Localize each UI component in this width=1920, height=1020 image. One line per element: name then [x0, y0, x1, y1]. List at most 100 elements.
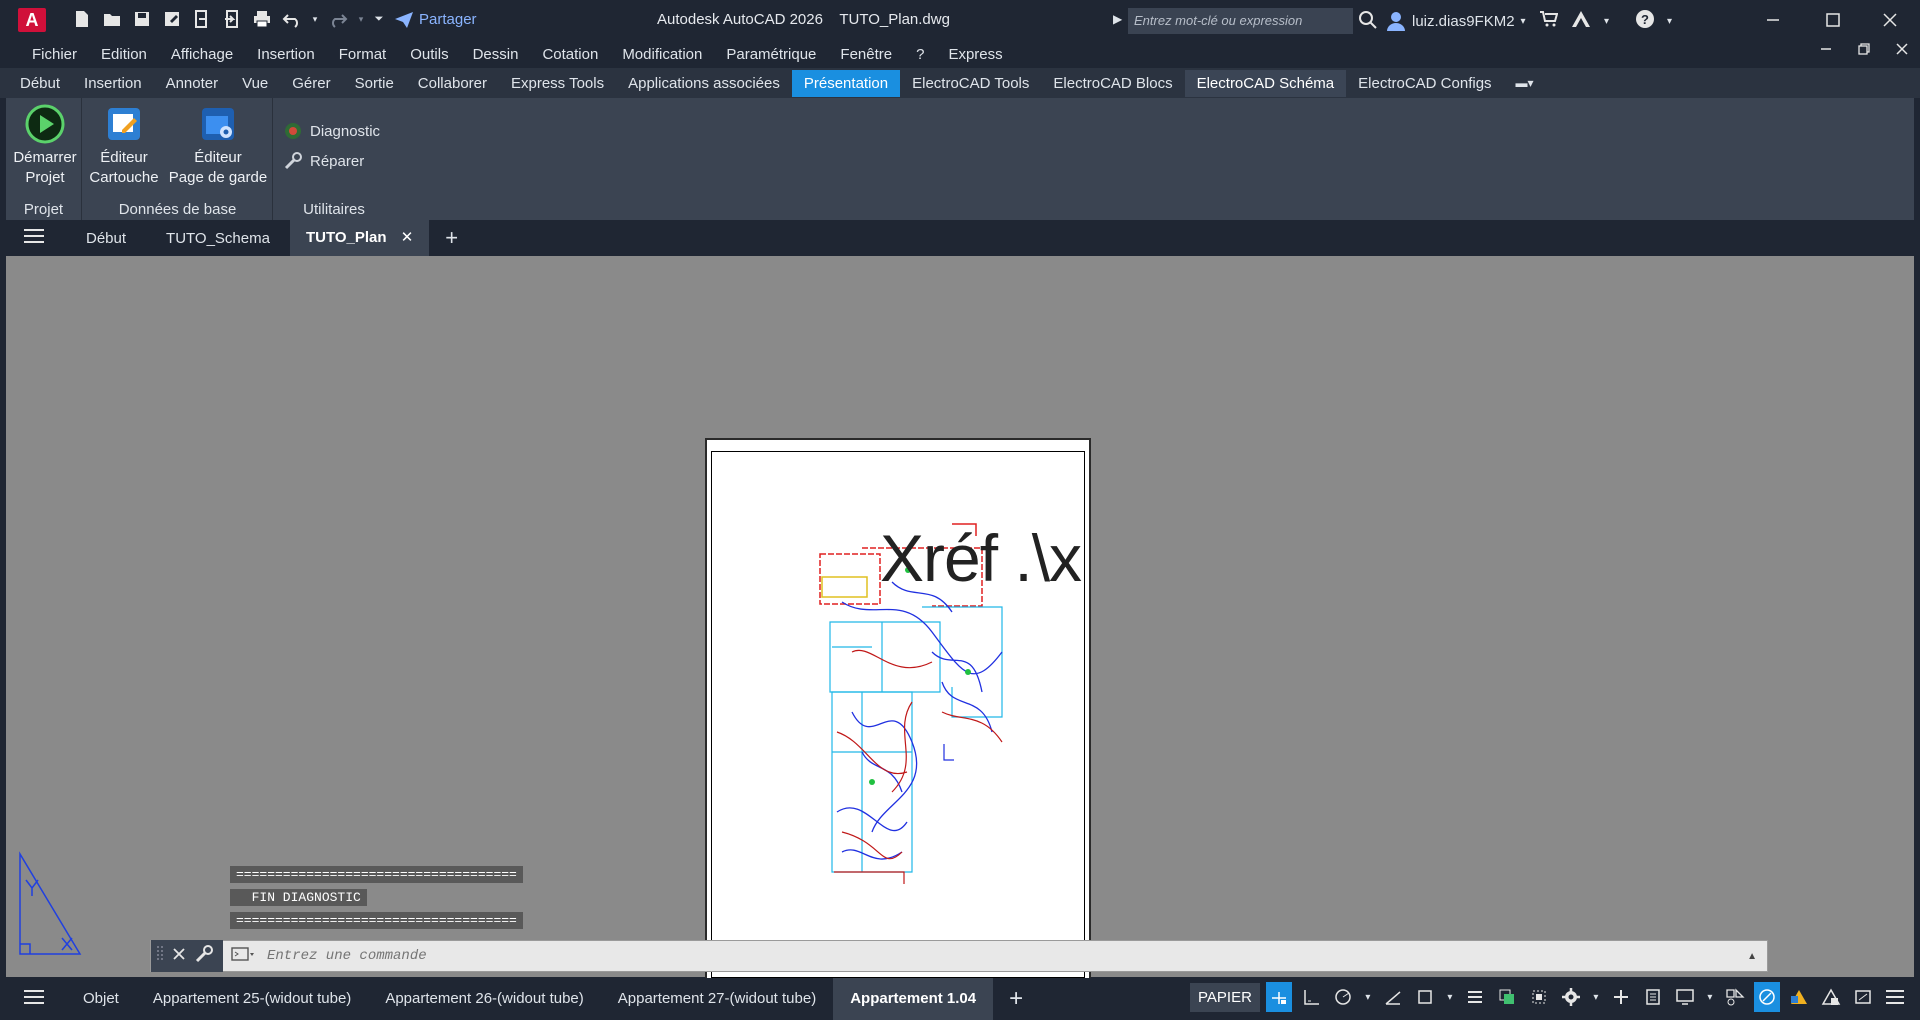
new-file-icon[interactable] — [70, 6, 94, 32]
chevron-down-icon[interactable]: ▾ — [1704, 982, 1716, 1012]
ribbon-tab-applications[interactable]: Applications associées — [616, 70, 792, 97]
layout-tab-appartement-104[interactable]: Appartement 1.04 — [833, 978, 994, 1020]
fullscreen-icon[interactable] — [1850, 982, 1876, 1012]
ribbon-tab-sortie[interactable]: Sortie — [343, 70, 406, 97]
close-tab-icon[interactable]: ✕ — [401, 229, 414, 246]
doc-minimize-icon[interactable] — [1820, 42, 1832, 58]
command-prompt-icon[interactable] — [223, 946, 259, 967]
search-input[interactable]: Entrez mot-clé ou expression — [1128, 8, 1353, 34]
layout-tab-appartement-25[interactable]: Appartement 25-(widout tube) — [136, 978, 368, 1020]
user-account-button[interactable]: luiz.dias9FKM2 ▾ — [1386, 11, 1526, 31]
grip-handle-icon[interactable] — [157, 944, 163, 969]
editeur-page-garde-button[interactable]: Éditeur Page de garde — [165, 104, 271, 188]
help-icon[interactable]: ? — [1635, 9, 1655, 34]
menu-parametrique[interactable]: Paramétrique — [714, 46, 828, 63]
ribbon-tab-annoter[interactable]: Annoter — [154, 70, 231, 97]
cart-icon[interactable] — [1540, 11, 1559, 32]
quick-properties-icon[interactable] — [1640, 982, 1666, 1012]
layout-tab-appartement-27[interactable]: Appartement 27-(widout tube) — [601, 978, 833, 1020]
doc-restore-icon[interactable] — [1858, 42, 1870, 58]
search-icon[interactable] — [1358, 10, 1378, 35]
chevron-down-icon[interactable]: ▾ — [1604, 16, 1609, 27]
chevron-down-icon[interactable]: ▾ — [1362, 982, 1374, 1012]
customize-toolbar-icon[interactable]: ⏷ — [372, 6, 386, 32]
hardware-acceleration-icon[interactable] — [1818, 982, 1844, 1012]
command-input[interactable] — [259, 941, 1738, 971]
ribbon-tab-collaborer[interactable]: Collaborer — [406, 70, 499, 97]
annotation-monitor-icon[interactable] — [1753, 982, 1780, 1012]
doc-close-icon[interactable] — [1896, 42, 1908, 58]
publish-icon[interactable] — [190, 6, 214, 32]
menu-edition[interactable]: Edition — [89, 46, 159, 63]
ribbon-options-icon[interactable]: ▬▾ — [1504, 71, 1546, 95]
ortho-icon[interactable] — [1298, 982, 1324, 1012]
ribbon-tab-gerer[interactable]: Gérer — [280, 70, 342, 97]
search-expand-icon[interactable]: ▶ — [1113, 12, 1122, 26]
menu-modification[interactable]: Modification — [610, 46, 714, 63]
isodraft-icon[interactable] — [1380, 982, 1406, 1012]
layout-tabs-menu-icon[interactable] — [0, 989, 66, 1009]
maximize-window-button[interactable] — [1805, 0, 1861, 40]
menu-fenetre[interactable]: Fenêtre — [828, 46, 904, 63]
menu-dessin[interactable]: Dessin — [461, 46, 531, 63]
menu-format[interactable]: Format — [327, 46, 399, 63]
open-folder-icon[interactable] — [100, 6, 124, 32]
menu-help[interactable]: ? — [904, 46, 936, 63]
demarrer-projet-button[interactable]: Démarrer Projet — [10, 104, 80, 188]
close-command-line-icon[interactable] — [173, 947, 185, 965]
layout-tab-appartement-26[interactable]: Appartement 26-(widout tube) — [368, 978, 600, 1020]
autocad-logo-icon[interactable]: A — [18, 8, 46, 32]
ribbon-tab-vue[interactable]: Vue — [230, 70, 280, 97]
menu-outils[interactable]: Outils — [398, 46, 460, 63]
menu-cotation[interactable]: Cotation — [530, 46, 610, 63]
settings-gear-icon[interactable] — [1558, 982, 1584, 1012]
undo-icon[interactable] — [280, 6, 304, 32]
lineweight-icon[interactable] — [1462, 982, 1488, 1012]
layout-tab-objet[interactable]: Objet — [66, 978, 136, 1020]
chevron-down-icon[interactable]: ▾ — [1667, 16, 1672, 27]
grid-snap-icon[interactable] — [1265, 982, 1292, 1012]
menu-fichier[interactable]: Fichier — [20, 46, 89, 63]
file-tab-debut[interactable]: Début — [66, 230, 146, 247]
polar-tracking-icon[interactable] — [1330, 982, 1356, 1012]
ribbon-tab-presentation[interactable]: Présentation — [791, 69, 901, 97]
ribbon-tab-insertion[interactable]: Insertion — [72, 70, 154, 97]
file-tab-tuto-plan[interactable]: TUTO_Plan ✕ — [289, 220, 430, 256]
object-snap-icon[interactable] — [1412, 982, 1438, 1012]
menu-affichage[interactable]: Affichage — [159, 46, 245, 63]
menu-insertion[interactable]: Insertion — [245, 46, 327, 63]
redo-dropdown-icon[interactable]: ▾ — [356, 6, 366, 32]
new-tab-icon[interactable]: + — [429, 225, 474, 251]
command-history-toggle-icon[interactable]: ▲ — [1737, 951, 1767, 962]
menu-express[interactable]: Express — [936, 46, 1014, 63]
file-tab-tuto-schema[interactable]: TUTO_Schema — [146, 230, 290, 247]
monitor-icon[interactable] — [1672, 982, 1698, 1012]
ribbon-tab-debut[interactable]: Début — [8, 70, 72, 97]
close-window-button[interactable] — [1862, 0, 1918, 40]
customization-menu-icon[interactable] — [1882, 982, 1908, 1012]
editeur-cartouche-button[interactable]: Éditeur Cartouche — [87, 104, 161, 188]
customize-wrench-icon[interactable] — [195, 944, 213, 968]
ribbon-tab-electrocad-schema[interactable]: ElectroCAD Schéma — [1184, 69, 1347, 97]
ribbon-tab-electrocad-blocs[interactable]: ElectroCAD Blocs — [1041, 70, 1184, 97]
redo-icon[interactable] — [326, 6, 350, 32]
minimize-window-button[interactable] — [1745, 0, 1801, 40]
undo-dropdown-icon[interactable]: ▾ — [310, 6, 320, 32]
ribbon-tab-express-tools[interactable]: Express Tools — [499, 70, 616, 97]
save-icon[interactable] — [130, 6, 154, 32]
transparency-icon[interactable] — [1494, 982, 1520, 1012]
export-icon[interactable] — [220, 6, 244, 32]
ribbon-tab-electrocad-configs[interactable]: ElectroCAD Configs — [1346, 70, 1503, 97]
save-as-icon[interactable] — [160, 6, 184, 32]
file-tabs-menu-icon[interactable] — [0, 228, 66, 248]
print-icon[interactable] — [250, 6, 274, 32]
ribbon-tab-electrocad-tools[interactable]: ElectroCAD Tools — [900, 70, 1041, 97]
share-button[interactable]: Partager — [395, 11, 477, 28]
chevron-down-icon[interactable]: ▾ — [1590, 982, 1602, 1012]
selection-cycling-icon[interactable] — [1526, 982, 1552, 1012]
diagnostic-button[interactable]: Diagnostic — [284, 122, 380, 140]
model-paper-toggle[interactable]: PAPIER — [1190, 982, 1260, 1012]
isolate-objects-icon[interactable] — [1786, 982, 1812, 1012]
add-scale-icon[interactable] — [1608, 982, 1634, 1012]
new-layout-icon[interactable]: + — [993, 985, 1039, 1013]
